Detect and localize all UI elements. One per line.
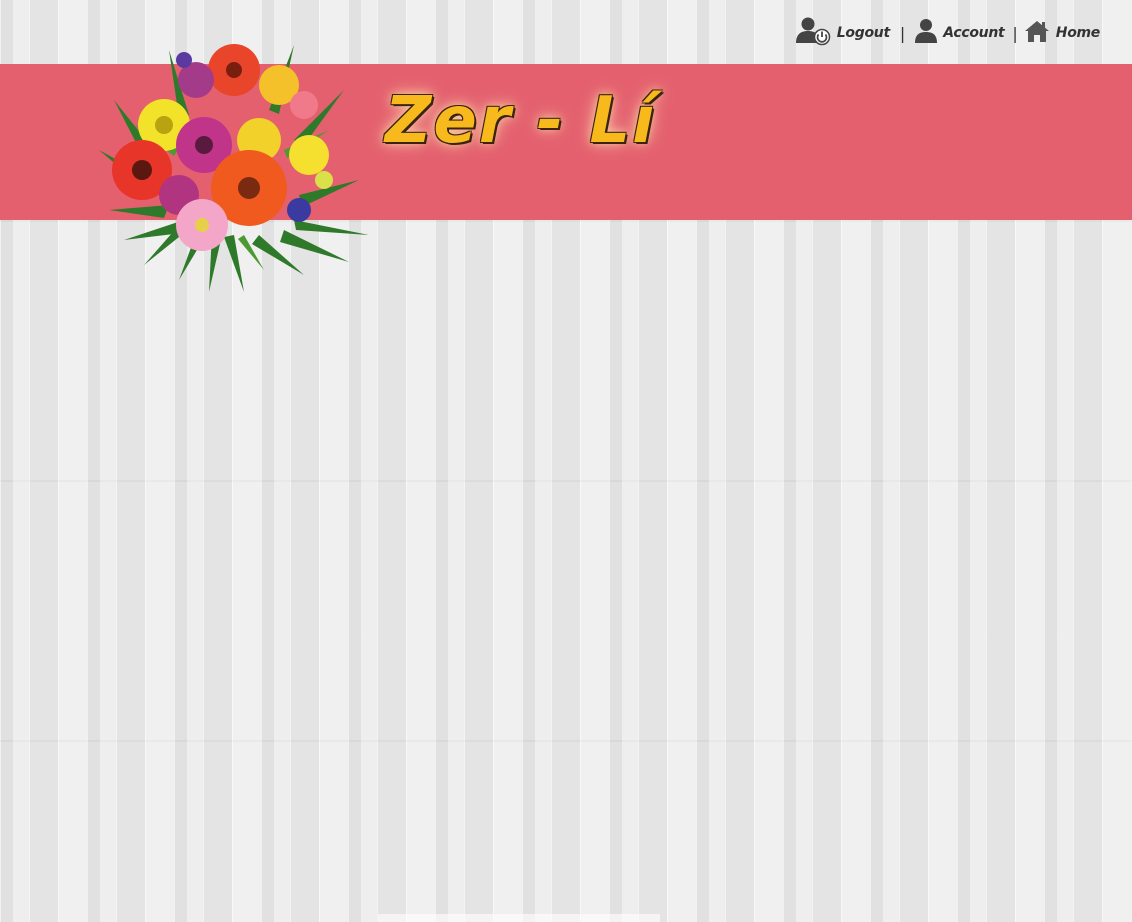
nav-separator: | [1012,23,1018,43]
user-icon [915,18,938,48]
account-label: Account [943,25,1005,41]
footer-strip [378,914,660,922]
site-title: Zer - Lí [385,84,657,158]
nav-separator: | [899,23,906,43]
top-navigation: Logout | Account | Home [795,16,1100,50]
logout-link[interactable]: Logout [795,16,890,50]
account-link[interactable]: Account [915,18,1005,48]
home-label: Home [1055,25,1101,41]
home-icon [1024,19,1050,47]
user-power-icon [795,16,831,50]
logout-label: Logout [836,25,890,41]
home-link[interactable]: Home [1024,19,1100,47]
flower-bouquet-image [99,44,369,292]
